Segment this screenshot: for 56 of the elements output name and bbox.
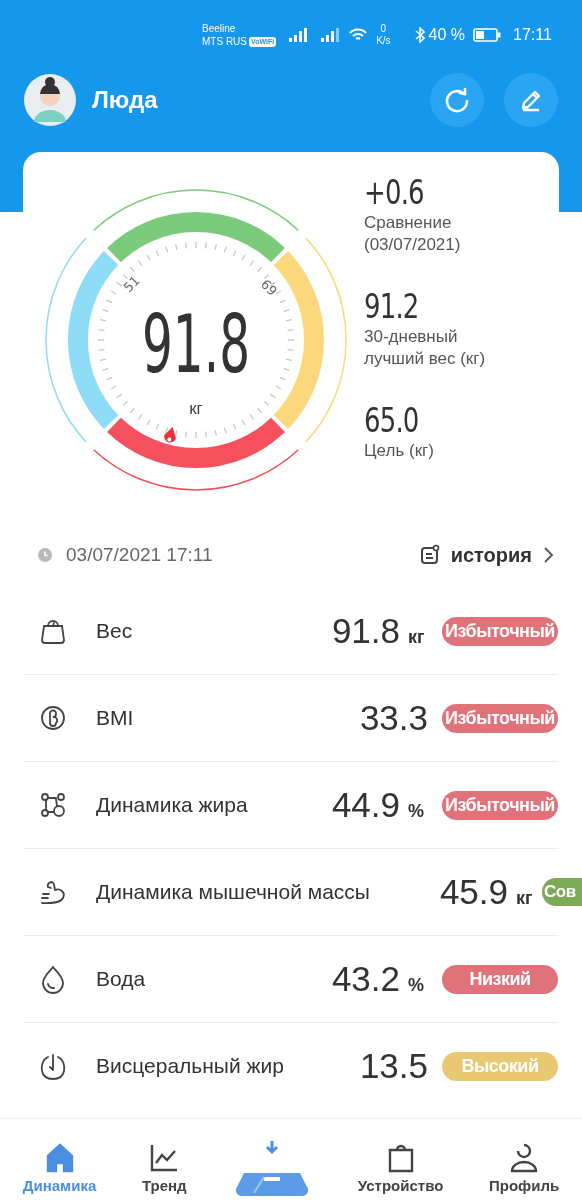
stat-value: +0.6 (364, 172, 425, 212)
metric-value: 33.3 (359, 698, 428, 738)
signal-icon (320, 27, 341, 43)
status-badge: Высокий (442, 1051, 558, 1081)
metric-name: Вес (96, 619, 133, 643)
letter-b-icon (38, 703, 68, 733)
wifi-icon (348, 27, 369, 43)
carrier-name: Beeline (202, 22, 237, 35)
metric-unit: % (408, 801, 425, 822)
scale-label: 51 (120, 272, 143, 296)
metric-name: Динамика жира (96, 793, 248, 817)
status-badge: Избыточный (442, 790, 558, 820)
speed-value: 0 (380, 23, 387, 35)
metric-name: Динамика мышечной массы (96, 880, 370, 904)
bluetooth-icon (414, 27, 425, 43)
metric-value: 45.9 (439, 872, 508, 912)
battery-percent: 40 % (428, 26, 466, 44)
carrier-name: MTS RUS (202, 35, 247, 48)
metric-value: 13.5 (359, 1046, 428, 1086)
stat-label: Цель (кг) (364, 440, 435, 462)
nav-tab[interactable]: Тренд (141, 1141, 187, 1194)
weight-value: 91.8 (142, 298, 303, 391)
weight-unit: кг (189, 399, 203, 418)
metric-name: Висцеральный жир (96, 1054, 284, 1078)
metric-unit: % (408, 975, 425, 996)
status-badge: Сов (542, 878, 582, 906)
user-name: Люда (92, 86, 158, 114)
status-badge: Избыточный (442, 703, 558, 733)
nav-tab[interactable]: Устройство (357, 1141, 444, 1194)
metric-unit: кг (408, 627, 426, 648)
stat-label: 30-дневный лучший вес (кг) (364, 326, 487, 370)
marker-pin (164, 426, 176, 443)
notes-icon (418, 544, 441, 566)
metric-value: 91.8 (331, 611, 400, 651)
signal-icon (288, 27, 309, 43)
clock-icon (38, 548, 52, 562)
metric-name: Вода (96, 967, 146, 991)
measure-datetime: 03/07/2021 17:11 (66, 544, 213, 566)
metric-value: 43.2 (331, 959, 400, 999)
status-badge: Низкий (442, 964, 558, 994)
chevron-right-icon (542, 546, 554, 564)
speed-unit: K/s (376, 35, 391, 47)
stat-value: 65.0 (364, 400, 420, 440)
metric-value: 44.9 (331, 785, 400, 825)
nav-tab[interactable]: Профиль (489, 1141, 560, 1194)
clock: 17:11 (513, 26, 552, 44)
status-badge: Избыточный (442, 616, 558, 646)
metric-unit: кг (516, 888, 534, 909)
molecule-icon (38, 790, 68, 820)
battery-icon (473, 28, 502, 42)
history-link[interactable]: история (418, 543, 554, 567)
avatar[interactable] (24, 74, 76, 126)
stat-value: 91.2 (364, 286, 420, 326)
stat-label: Сравнение (03/07/2021) (364, 212, 462, 256)
scale-label: 69 (257, 276, 281, 299)
metric-name: BMI (96, 706, 134, 730)
